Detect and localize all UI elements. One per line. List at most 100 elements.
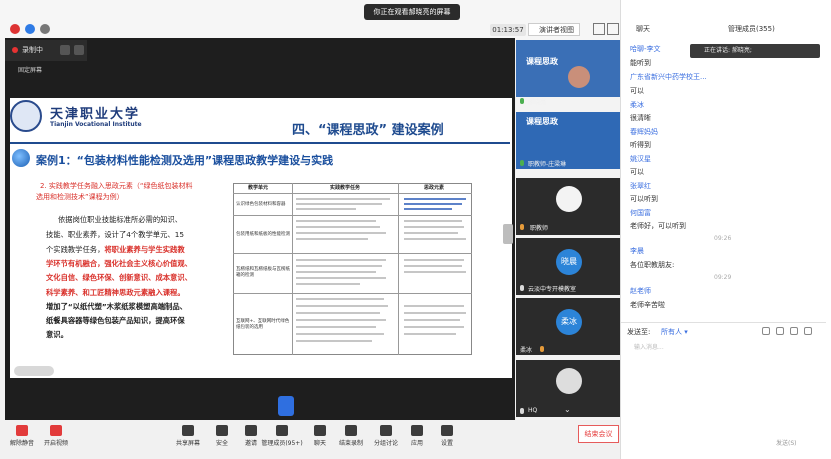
table-cell-text bbox=[404, 226, 464, 228]
university-logo bbox=[10, 100, 42, 132]
table-cell-text bbox=[296, 198, 390, 200]
emoji-icon[interactable] bbox=[762, 327, 770, 335]
record-label[interactable]: 结束录制 bbox=[331, 438, 371, 447]
chat-sender: 哈聊-李文 bbox=[630, 45, 661, 53]
pause-recording-icon[interactable] bbox=[60, 45, 70, 55]
video-button-label[interactable]: 开启视频 bbox=[36, 438, 76, 447]
mic-icon bbox=[520, 285, 524, 291]
table-rule bbox=[233, 193, 472, 194]
chat-sender: 赵老师 bbox=[630, 287, 651, 295]
end-meeting-button[interactable]: 结束会议 bbox=[578, 425, 619, 443]
chat-message: 可以 bbox=[630, 87, 644, 95]
video-banner: 课程思政 bbox=[526, 117, 558, 126]
chat-message: 能听到 bbox=[630, 59, 651, 67]
globe-icon bbox=[12, 149, 30, 167]
collapse-video-panel-button[interactable] bbox=[503, 224, 513, 244]
settings-label[interactable]: 设置 bbox=[427, 438, 467, 447]
body-line: 纸餐具容器等绿色包装产品知识，提高环保 bbox=[46, 316, 185, 325]
chevron-down-icon[interactable]: ⌄ bbox=[564, 405, 571, 414]
pin-screen-button[interactable]: 固定屏幕 bbox=[18, 65, 42, 74]
security-icon[interactable] bbox=[216, 425, 228, 436]
stop-recording-icon[interactable] bbox=[74, 45, 84, 55]
table-cell-text bbox=[404, 265, 462, 267]
send-button[interactable]: 发送(S) bbox=[776, 438, 797, 447]
members-icon[interactable] bbox=[276, 425, 288, 436]
table-cell-text bbox=[296, 226, 380, 228]
participant-name: 柔冰 bbox=[520, 347, 533, 354]
table-cell: 瓦楞纸和瓦楞纸板与瓦楞纸箱的检测 bbox=[236, 267, 290, 278]
chat-message: 可以 bbox=[630, 168, 644, 176]
file-icon[interactable] bbox=[790, 327, 798, 335]
mic-icon bbox=[520, 408, 524, 414]
chat-timestamp: 09:29 bbox=[714, 274, 732, 281]
chat-sender: 柔冰 bbox=[630, 101, 644, 109]
layout-icon[interactable] bbox=[607, 23, 619, 35]
table-cell-text bbox=[404, 259, 464, 261]
participant-name: 职教师 bbox=[530, 225, 549, 232]
table-cell-text bbox=[296, 271, 376, 273]
send-to-select[interactable]: 所有人 ▾ bbox=[661, 327, 688, 337]
fullscreen-icon[interactable] bbox=[593, 23, 605, 35]
chat-message: 听得到 bbox=[630, 141, 651, 149]
participant-name: 郝晓亮 bbox=[528, 99, 547, 106]
table-cell-text bbox=[296, 277, 386, 279]
table-cell-text bbox=[296, 333, 384, 335]
table-cell-text bbox=[296, 265, 382, 267]
table-cell-text bbox=[296, 220, 376, 222]
mic-icon bbox=[520, 98, 524, 104]
more-icon[interactable] bbox=[804, 327, 812, 335]
share-screen-icon[interactable] bbox=[182, 425, 194, 436]
speaking-indicator: 正在讲话: 郝晓亮; bbox=[690, 44, 820, 58]
body-line: 技能、职业素养，设计了4个教学单元、15 bbox=[46, 230, 184, 239]
table-rule bbox=[398, 183, 399, 355]
view-mode-select[interactable]: 演讲者视图 bbox=[528, 23, 580, 36]
mic-muted-icon[interactable] bbox=[16, 425, 28, 436]
body-line: 意识。 bbox=[46, 330, 68, 339]
table-cell-text bbox=[296, 312, 380, 314]
breakout-icon[interactable] bbox=[380, 425, 392, 436]
members-title[interactable]: 管理成员(355) bbox=[728, 24, 775, 34]
slide-overlay-control[interactable] bbox=[14, 366, 54, 376]
table-cell-text bbox=[404, 326, 464, 328]
share-banner: 你正在观看郝晓亮的屏幕 bbox=[364, 4, 460, 20]
university-name-en: Tianjin Vocational Institute bbox=[50, 121, 142, 128]
chat-icon[interactable] bbox=[314, 425, 326, 436]
chat-input[interactable]: 输入消息... bbox=[634, 342, 664, 351]
chat-sender: 张翠红 bbox=[630, 182, 651, 190]
university-name: 天津职业大学 bbox=[50, 107, 141, 122]
table-cell-text bbox=[296, 232, 386, 234]
participant-avatar: 晓晨 bbox=[556, 249, 582, 275]
settings-icon[interactable] bbox=[441, 425, 453, 436]
hand-icon[interactable] bbox=[278, 396, 294, 416]
table-rule bbox=[233, 215, 472, 216]
table-cell-text bbox=[404, 305, 464, 307]
info-icon[interactable] bbox=[40, 24, 50, 34]
network-icon[interactable] bbox=[10, 24, 20, 34]
invite-icon[interactable] bbox=[245, 425, 257, 436]
chat-sender: 姚汉星 bbox=[630, 155, 651, 163]
video-off-icon[interactable] bbox=[50, 425, 62, 436]
mic-icon bbox=[540, 346, 544, 352]
participant-name: HQ bbox=[528, 407, 538, 414]
table-cell-text bbox=[404, 312, 466, 314]
title-divider bbox=[10, 142, 510, 144]
shield-icon[interactable] bbox=[25, 24, 35, 34]
record-icon[interactable] bbox=[345, 425, 357, 436]
apps-icon[interactable] bbox=[411, 425, 423, 436]
members-label[interactable]: 管理成员(95+) bbox=[260, 438, 304, 447]
chat-title[interactable]: 聊天 bbox=[636, 24, 650, 34]
table-cell-text bbox=[404, 220, 462, 222]
chat-sender: 何国富 bbox=[630, 209, 651, 217]
body-line: 文化自信、绿色环保、创新意识、成本意识、 bbox=[46, 273, 192, 282]
mic-icon bbox=[520, 160, 524, 166]
recording-label: 录制中 bbox=[22, 46, 43, 54]
recording-dot-icon bbox=[12, 47, 18, 53]
table-cell-text bbox=[296, 238, 368, 240]
chat-message: 可以听到 bbox=[630, 195, 658, 203]
image-icon[interactable] bbox=[776, 327, 784, 335]
participant-name: 职教师-庄梁琳 bbox=[528, 161, 567, 168]
video-tile[interactable] bbox=[516, 40, 620, 97]
meeting-window: 你正在观看郝晓亮的屏幕 01:13:57 演讲者视图 录制中 固定屏幕 天津职业… bbox=[0, 0, 831, 459]
participant-avatar: 柔冰 bbox=[556, 309, 582, 335]
slide-section-title: 四、“课程思政” 建设案例 bbox=[292, 123, 444, 138]
